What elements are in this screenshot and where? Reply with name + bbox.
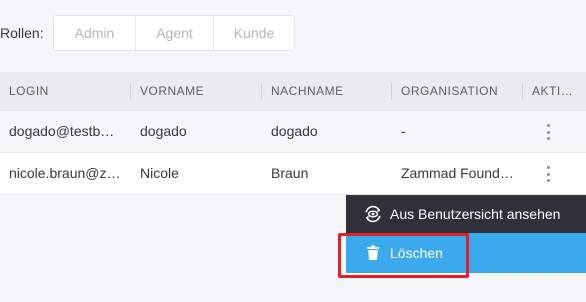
column-header-label: VORNAME — [140, 84, 205, 98]
cell-organisation: - — [401, 123, 406, 139]
menu-item-view-as-user[interactable]: Aus Benutzersicht ansehen — [346, 195, 586, 233]
column-header-vorname[interactable]: VORNAME — [130, 72, 205, 111]
row-actions-menu-icon[interactable] — [543, 124, 553, 140]
column-header-organisation[interactable]: ORGANISATION — [391, 72, 499, 111]
cell-nachname: dogado — [271, 123, 318, 139]
cell-login[interactable]: dogado@testb… — [9, 111, 114, 152]
role-filter-agent[interactable]: Agent — [136, 16, 214, 50]
role-filter-kunde[interactable]: Kunde — [214, 16, 294, 50]
users-table: LOGIN VORNAME NACHNAME ORGANISATION AKTI… — [0, 72, 586, 195]
cell-vorname: dogado — [140, 123, 187, 139]
table-header: LOGIN VORNAME NACHNAME ORGANISATION AKTI… — [0, 72, 586, 111]
menu-item-label: Löschen — [390, 245, 443, 261]
menu-item-label: Aus Benutzersicht ansehen — [390, 206, 561, 222]
row-actions-dropdown: Aus Benutzersicht ansehen Löschen — [346, 195, 586, 273]
column-header-nachname[interactable]: NACHNAME — [261, 72, 344, 111]
table-row[interactable]: dogado@testb… dogado dogado - — [0, 111, 586, 153]
column-header-label: NACHNAME — [271, 84, 344, 98]
column-header-login[interactable]: LOGIN — [9, 72, 49, 111]
roles-label: Rollen: — [0, 25, 44, 41]
roles-filter: Rollen: Admin Agent Kunde — [0, 15, 295, 51]
roles-button-group: Admin Agent Kunde — [53, 15, 295, 51]
cell-nachname: Braun — [271, 165, 309, 181]
column-header-label: ORGANISATION — [401, 84, 499, 98]
menu-item-delete[interactable]: Löschen — [346, 233, 586, 273]
column-header-aktionen[interactable]: AKTI… — [522, 72, 574, 111]
row-actions-menu-icon[interactable] — [543, 166, 553, 182]
table-row[interactable]: nicole.braun@z… Nicole Braun Zammad Foun… — [0, 153, 586, 195]
view-as-user-icon — [363, 204, 383, 224]
trash-icon — [363, 243, 383, 263]
role-filter-admin[interactable]: Admin — [54, 16, 136, 50]
column-header-label: AKTI… — [532, 84, 574, 98]
cell-vorname: Nicole — [140, 165, 179, 181]
cell-organisation: Zammad Found… — [401, 165, 514, 181]
cell-login[interactable]: nicole.braun@z… — [9, 153, 121, 194]
